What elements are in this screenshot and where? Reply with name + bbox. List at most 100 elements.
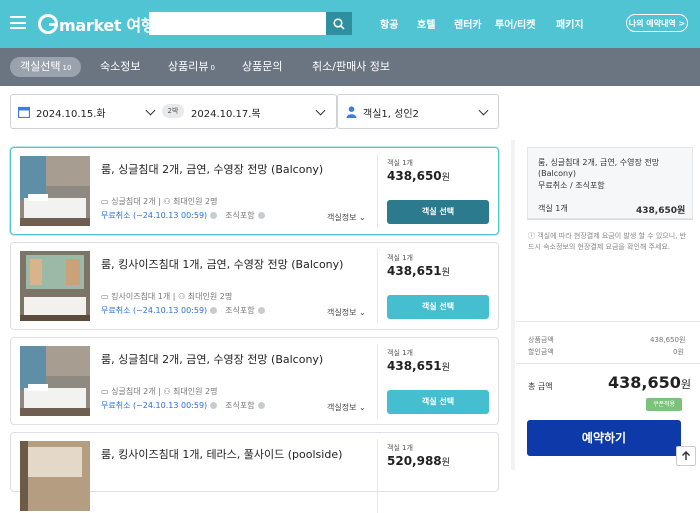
nav-flight[interactable]: 항공	[380, 16, 417, 31]
checkin-date: 2024.10.15.화	[36, 109, 106, 120]
room-detail-link[interactable]: 객실정보 ⌄	[327, 402, 366, 413]
select-room-button[interactable]: 객실 선택	[387, 390, 489, 414]
info-icon[interactable]	[210, 402, 218, 409]
room-unit: 객실 1개	[387, 159, 413, 167]
summary-qty: 객실 1개	[538, 204, 568, 213]
room-card: 룸, 킹사이즈침대 1개, 테라스, 풀사이드 (poolside) 객실 1개…	[10, 432, 499, 513]
tab-reviews[interactable]: 상품리뷰 0	[168, 57, 215, 77]
select-room-button[interactable]: 객실 선택	[387, 200, 489, 224]
bed-icon: ▭	[101, 292, 112, 301]
book-button[interactable]: 예약하기	[527, 420, 681, 456]
room-photo	[20, 346, 90, 416]
room-name: 룸, 싱글침대 2개, 금연, 수영장 전망 (Balcony)	[101, 353, 324, 366]
calendar-icon	[18, 106, 30, 118]
tab-count: 10	[62, 64, 72, 72]
free-cancel: 무료취소 (~24.10.13 00:59)	[101, 306, 208, 315]
menu-icon[interactable]	[10, 16, 26, 29]
price-unit: 원	[441, 363, 450, 373]
people-icon: ⚇	[178, 292, 188, 301]
room-card: 룸, 싱글침대 2개, 금연, 수영장 전망 (Balcony) ▭ 싱글침대 …	[10, 147, 499, 235]
discount-value: 0원	[673, 348, 684, 356]
tab-cancel-seller[interactable]: 취소/판매사 정보	[312, 57, 390, 77]
chevron-down-icon	[145, 105, 156, 116]
info-icon[interactable]	[210, 307, 218, 314]
breakfast-info: 조식포함	[225, 306, 255, 315]
price-unit: 원	[441, 458, 450, 468]
top-nav: 항공 호텔 렌터카 투어/티켓 패키지	[380, 16, 584, 31]
select-room-button[interactable]: 객실 선택	[387, 295, 489, 319]
product-price-label: 상품금액	[528, 336, 554, 344]
tab-count: 0	[210, 64, 215, 72]
chevron-down-icon	[315, 105, 326, 116]
my-reservations-button[interactable]: 나의 예약내역 >	[626, 14, 688, 32]
room-meta: ▭ 싱글침대 2개 | ⚇ 최대인원 2명	[101, 387, 218, 396]
search-input[interactable]	[149, 12, 326, 35]
gmarket-g-icon	[38, 14, 58, 34]
nav-tour[interactable]: 투어/티켓	[495, 16, 556, 31]
divider	[516, 363, 700, 364]
divider	[377, 439, 378, 513]
price-value: 520,988	[387, 454, 442, 468]
room-detail-link[interactable]: 객실정보 ⌄	[327, 212, 366, 223]
room-policy: 무료취소 (~24.10.13 00:59) 조식포함	[101, 400, 265, 411]
info-icon: ⓘ	[528, 232, 538, 240]
summary-room-name: 룸, 싱글침대 2개, 금연, 수영장 전망 (Balcony)	[538, 158, 660, 178]
total-value: 438,650	[608, 373, 681, 392]
guest-count: 객실1, 성인2	[363, 109, 419, 120]
room-photo	[20, 156, 90, 226]
tab-inquiry[interactable]: 상품문의	[242, 57, 282, 77]
info-icon[interactable]	[257, 307, 265, 314]
tab-label: 객실선택	[20, 60, 61, 73]
people-icon: ⚇	[163, 197, 174, 206]
nav-hotel[interactable]: 호텔	[417, 16, 454, 31]
summary-note: ⓘ 객실에 따라 현장결제 요금이 발생 할 수 있으니, 반드시 숙소정보의 …	[528, 231, 690, 253]
nights-badge: 2박	[162, 104, 184, 118]
max-guests: 최대인원 2명	[173, 387, 218, 396]
coupon-badge[interactable]: 쿠폰적용	[646, 398, 682, 411]
person-icon	[346, 106, 357, 118]
total-price: 438,650원	[608, 373, 691, 392]
bed-icon: ▭	[101, 197, 112, 206]
room-card: 룸, 킹사이즈침대 1개, 금연, 수영장 전망 (Balcony) ▭ 킹사이…	[10, 242, 499, 330]
breakfast-info: 조식포함	[225, 211, 255, 220]
room-detail-link[interactable]: 객실정보 ⌄	[327, 307, 366, 318]
room-name: 룸, 킹사이즈침대 1개, 금연, 수영장 전망 (Balcony)	[101, 258, 344, 271]
search-icon	[333, 17, 345, 30]
nav-rentcar[interactable]: 렌터카	[454, 16, 495, 31]
room-price: 438,651원	[387, 264, 450, 278]
total-label: 총 금액	[528, 382, 553, 391]
room-policy: 무료취소 (~24.10.13 00:59) 조식포함	[101, 305, 265, 316]
scroll-top-button[interactable]	[676, 446, 696, 466]
info-icon[interactable]	[210, 212, 218, 219]
people-icon: ⚇	[163, 387, 174, 396]
room-unit: 객실 1개	[387, 444, 413, 452]
room-meta: ▭ 싱글침대 2개 | ⚇ 최대인원 2명	[101, 197, 218, 206]
nav-package[interactable]: 패키지	[556, 16, 584, 31]
bed-info: 싱글침대 2개	[111, 197, 156, 206]
top-bar: market 여행 항공 호텔 렌터카 투어/티켓 패키지 나의 예약내역 >	[0, 0, 700, 48]
room-photo	[20, 441, 90, 511]
info-icon[interactable]	[257, 212, 265, 219]
scrollbar[interactable]	[511, 140, 515, 470]
guest-filter[interactable]: 객실1, 성인2	[337, 94, 499, 129]
divider	[377, 154, 378, 228]
free-cancel: 무료취소 (~24.10.13 00:59)	[101, 211, 208, 220]
tab-hotel-info[interactable]: 숙소정보	[100, 57, 140, 77]
tab-label: 상품리뷰	[168, 60, 209, 73]
bed-info: 싱글침대 2개	[111, 387, 156, 396]
room-card: 룸, 싱글침대 2개, 금연, 수영장 전망 (Balcony) ▭ 싱글침대 …	[10, 337, 499, 425]
summary-qty-price: 438,650원	[636, 206, 686, 216]
divider	[377, 249, 378, 323]
detail-label: 객실정보	[327, 213, 357, 222]
detail-label: 객실정보	[327, 403, 357, 412]
max-guests: 최대인원 2명	[187, 292, 233, 301]
logo[interactable]: market 여행	[38, 12, 156, 36]
max-guests: 최대인원 2명	[173, 197, 218, 206]
detail-label: 객실정보	[327, 308, 357, 317]
price-value: 438,651	[387, 359, 442, 373]
info-icon[interactable]	[257, 402, 265, 409]
room-name: 룸, 킹사이즈침대 1개, 테라스, 풀사이드 (poolside)	[101, 448, 343, 461]
tab-room-select[interactable]: 객실선택 10	[10, 57, 82, 77]
room-price: 520,988원	[387, 454, 450, 468]
search-button[interactable]	[326, 12, 352, 35]
